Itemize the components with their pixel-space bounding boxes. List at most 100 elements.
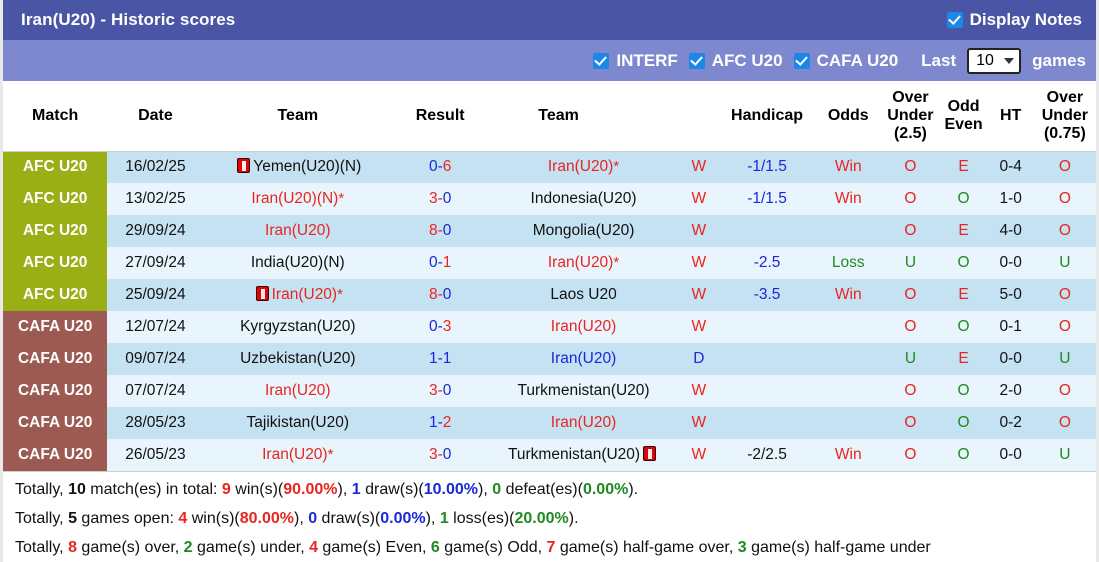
halftime-cell: 1-0	[987, 183, 1034, 215]
over-under-075-cell: O	[1033, 407, 1096, 439]
col-header-handicap[interactable]: Handicap	[718, 81, 816, 152]
home-team-cell[interactable]: Iran(U20)	[203, 375, 393, 407]
table-row[interactable]: AFC U20 16/02/25 Yemen(U20)(N) 0-6 Iran(U20)…	[3, 151, 1096, 183]
result-score-cell[interactable]: 0-1	[392, 247, 489, 279]
league-badge[interactable]: CAFA U20	[3, 407, 108, 439]
home-team-cell[interactable]: Iran(U20)*	[203, 439, 393, 471]
col-header-over-under-075[interactable]: Over Under (0.75)	[1033, 81, 1096, 152]
cafa-u20-checkbox-icon[interactable]	[793, 52, 810, 69]
display-notes-toggle[interactable]: Display Notes	[946, 10, 1082, 30]
col-header-ht[interactable]: HT	[987, 81, 1034, 152]
l3-t2: game(s) under,	[192, 539, 310, 556]
col-header-team-away[interactable]: Team	[488, 81, 719, 152]
over-under-25-cell: O	[881, 439, 940, 471]
col-header-team-home[interactable]: Team	[203, 81, 393, 152]
oddeven-value: E	[958, 222, 969, 239]
away-team-cell[interactable]: Mongolia(U20)	[488, 215, 679, 247]
ou075-value: O	[1058, 382, 1071, 399]
table-row[interactable]: CAFA U20 28/05/23 Tajikistan(U20) 1-2 Iran(U…	[3, 407, 1096, 439]
odds-value: Loss	[831, 254, 865, 271]
filter-cafa-u20[interactable]: CAFA U20	[793, 51, 898, 71]
wdl-marker: W	[691, 414, 707, 431]
ou25-line2: Under	[887, 106, 934, 124]
oddeven-value: O	[957, 446, 970, 463]
team-name: Indonesia(U20)	[530, 190, 637, 207]
team-name: Iran(U20)*	[262, 446, 334, 463]
home-team-cell[interactable]: Yemen(U20)(N)	[203, 151, 393, 183]
interf-checkbox-icon[interactable]	[593, 52, 610, 69]
handicap-value: -2.5	[753, 254, 781, 271]
result-score-cell[interactable]: 0-6	[392, 151, 489, 183]
team-name: Iran(U20)	[265, 382, 331, 399]
col-header-result[interactable]: Result	[392, 81, 489, 152]
home-team-cell[interactable]: Kyrgyzstan(U20)	[203, 311, 393, 343]
home-team-cell[interactable]: Uzbekistan(U20)	[203, 343, 393, 375]
score-away: 2	[442, 414, 452, 431]
table-row[interactable]: AFC U20 27/09/24 India(U20)(N) 0-1 Iran(U20)…	[3, 247, 1096, 279]
ou075-line2: Under	[1041, 106, 1088, 124]
away-team-cell[interactable]: Turkmenistan(U20)	[488, 439, 679, 471]
col-header-over-under-25[interactable]: Over Under (2.5)	[881, 81, 940, 152]
away-team-cell[interactable]: Iran(U20)	[488, 407, 679, 439]
away-team-cell[interactable]: Iran(U20)	[488, 343, 679, 375]
display-notes-checkbox-icon[interactable]	[946, 12, 963, 28]
score-away: 0	[442, 446, 452, 463]
league-badge[interactable]: CAFA U20	[3, 375, 108, 407]
home-team-cell[interactable]: Iran(U20)	[203, 215, 393, 247]
filter-interf[interactable]: INTERF	[593, 51, 678, 71]
l2-t4: draw(s)(	[317, 510, 381, 527]
col-header-odds[interactable]: Odds	[815, 81, 882, 152]
league-badge[interactable]: AFC U20	[3, 279, 108, 311]
home-team-cell[interactable]: Tajikistan(U20)	[203, 407, 393, 439]
result-score-cell[interactable]: 0-3	[392, 311, 489, 343]
league-badge[interactable]: AFC U20	[3, 183, 108, 215]
away-team-cell[interactable]: Iran(U20)	[488, 311, 679, 343]
result-score-cell[interactable]: 3-0	[392, 375, 489, 407]
league-badge[interactable]: CAFA U20	[3, 311, 108, 343]
league-badge[interactable]: CAFA U20	[3, 439, 108, 471]
result-score-cell[interactable]: 1-2	[392, 407, 489, 439]
wdl-cell: W	[678, 183, 719, 215]
table-row[interactable]: CAFA U20 09/07/24 Uzbekistan(U20) 1-1 Iran(U…	[3, 343, 1096, 375]
result-score-cell[interactable]: 3-0	[392, 183, 489, 215]
result-score-cell[interactable]: 3-0	[392, 439, 489, 471]
filter-afc-u20[interactable]: AFC U20	[688, 51, 783, 71]
team-star-marker: *	[613, 158, 620, 176]
col-header-date[interactable]: Date	[107, 81, 204, 152]
wdl-cell: W	[678, 247, 719, 279]
score-home: 3	[428, 190, 438, 207]
result-score-cell[interactable]: 1-1	[392, 343, 489, 375]
home-team-cell[interactable]: Iran(U20)(N)*	[203, 183, 393, 215]
league-badge[interactable]: CAFA U20	[3, 343, 108, 375]
away-team-cell[interactable]: Indonesia(U20)	[488, 183, 679, 215]
odds-value: Win	[834, 158, 862, 176]
afc-u20-checkbox-icon[interactable]	[688, 52, 705, 69]
table-row[interactable]: CAFA U20 26/05/23 Iran(U20)* 3-0 Turkmenista…	[3, 439, 1096, 471]
col-header-odd-even[interactable]: Odd Even	[939, 81, 988, 152]
away-team-cell[interactable]: Iran(U20)*	[488, 151, 679, 183]
odd-even-cell: O	[939, 375, 988, 407]
league-badge[interactable]: AFC U20	[3, 215, 108, 247]
league-badge[interactable]: AFC U20	[3, 151, 108, 183]
away-team-cell[interactable]: Laos U20	[488, 279, 679, 311]
over-under-075-cell: U	[1033, 439, 1096, 471]
home-team-cell[interactable]: India(U20)(N)	[203, 247, 393, 279]
league-badge[interactable]: AFC U20	[3, 247, 108, 279]
wdl-cell: W	[678, 151, 719, 183]
table-header-row: Match Date Team Result Team Handicap Odd…	[3, 81, 1096, 152]
home-team-cell[interactable]: Iran(U20)*	[203, 279, 393, 311]
table-row[interactable]: CAFA U20 12/07/24 Kyrgyzstan(U20) 0-3 Iran(U…	[3, 311, 1096, 343]
table-row[interactable]: AFC U20 25/09/24 Iran(U20)* 8-0 Laos U20 W -3.…	[3, 279, 1096, 311]
table-row[interactable]: AFC U20 29/09/24 Iran(U20) 8-0 Mongolia(U20)…	[3, 215, 1096, 247]
result-score-cell[interactable]: 8-0	[392, 279, 489, 311]
l1-t6: defeat(es)(	[501, 481, 583, 498]
away-team-cell[interactable]: Turkmenistan(U20)	[488, 375, 679, 407]
odd-even-cell: O	[939, 183, 988, 215]
table-row[interactable]: AFC U20 13/02/25 Iran(U20)(N)* 3-0 Indonesia…	[3, 183, 1096, 215]
games-count-select[interactable]: 10	[967, 47, 1022, 74]
oddeven-value: O	[957, 382, 970, 399]
away-team-cell[interactable]: Iran(U20)*	[488, 247, 679, 279]
result-score-cell[interactable]: 8-0	[392, 215, 489, 247]
table-row[interactable]: CAFA U20 07/07/24 Iran(U20) 3-0 Turkmenistan…	[3, 375, 1096, 407]
col-header-match[interactable]: Match	[3, 81, 108, 152]
